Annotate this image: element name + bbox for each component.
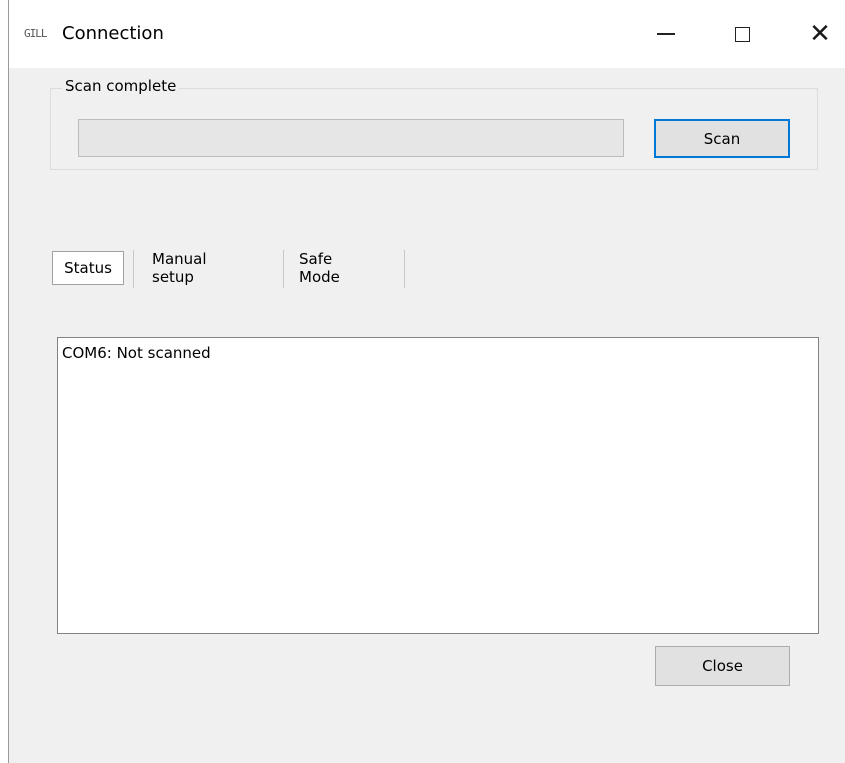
maximize-button[interactable] [717, 12, 767, 56]
app-icon: GILL [24, 27, 47, 40]
close-icon: ✕ [809, 19, 831, 49]
tab-safe-mode[interactable]: Safe Mode [299, 250, 340, 286]
list-item[interactable]: COM6: Not scanned [62, 344, 211, 362]
tab-separator [404, 250, 405, 288]
close-window-button[interactable]: ✕ [795, 12, 845, 56]
window-title: Connection [62, 23, 164, 44]
minimize-icon [657, 33, 675, 35]
tab-separator [133, 250, 134, 288]
scan-progress-bar [78, 119, 624, 157]
minimize-button[interactable] [641, 12, 691, 56]
status-list[interactable]: COM6: Not scanned [57, 337, 819, 634]
close-button[interactable]: Close [655, 646, 790, 686]
window-left-edge [0, 0, 9, 763]
tab-manual-setup[interactable]: Manual setup [152, 250, 207, 286]
scan-status-label: Scan complete [62, 77, 180, 95]
scan-button[interactable]: Scan [654, 119, 790, 158]
tab-status[interactable]: Status [52, 251, 124, 285]
maximize-icon [734, 26, 750, 42]
connection-window: GILL Connection ✕ Scan complete Scan Sta… [0, 0, 845, 763]
tab-separator [283, 250, 284, 288]
title-bar[interactable]: GILL Connection ✕ [9, 0, 845, 68]
